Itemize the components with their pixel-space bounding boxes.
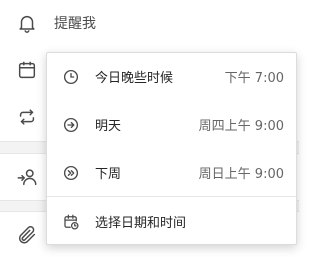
menu-item-next-week[interactable]: 下周 周日上午 9:00 xyxy=(47,149,296,196)
menu-item-label: 明天 xyxy=(95,119,122,134)
menu-separator xyxy=(47,196,296,197)
double-arrow-circle-icon xyxy=(47,149,95,196)
menu-item-later-today[interactable]: 今日晚些时候 下午 7:00 xyxy=(47,53,296,100)
reminder-label: 提醒我 xyxy=(54,16,96,32)
clock-icon xyxy=(47,53,95,100)
menu-item-tomorrow[interactable]: 明天 周四上午 9:00 xyxy=(47,101,296,148)
menu-item-time: 下午 7:00 xyxy=(224,71,284,86)
arrow-right-circle-icon xyxy=(47,101,95,148)
reminder-menu: 今日晚些时候 下午 7:00 明天 周四上午 9:00 下周 周日上午 9:00 xyxy=(46,52,297,245)
menu-item-label: 选择日期和时间 xyxy=(95,216,187,231)
menu-item-label: 下周 xyxy=(95,167,122,182)
menu-item-time: 周四上午 9:00 xyxy=(198,119,284,134)
reminder-row[interactable]: 提醒我 xyxy=(0,0,299,46)
menu-item-label: 今日晚些时候 xyxy=(95,71,174,86)
task-details-panel: 提醒我 今日晚些时候 下午 7:00 明天 周四上午 9:00 下周 周日上午 … xyxy=(0,0,299,260)
calendar-clock-icon xyxy=(47,198,95,245)
bell-icon xyxy=(0,0,54,46)
menu-item-time: 周日上午 9:00 xyxy=(198,167,284,182)
menu-item-pick-date-time[interactable]: 选择日期和时间 xyxy=(47,198,296,245)
